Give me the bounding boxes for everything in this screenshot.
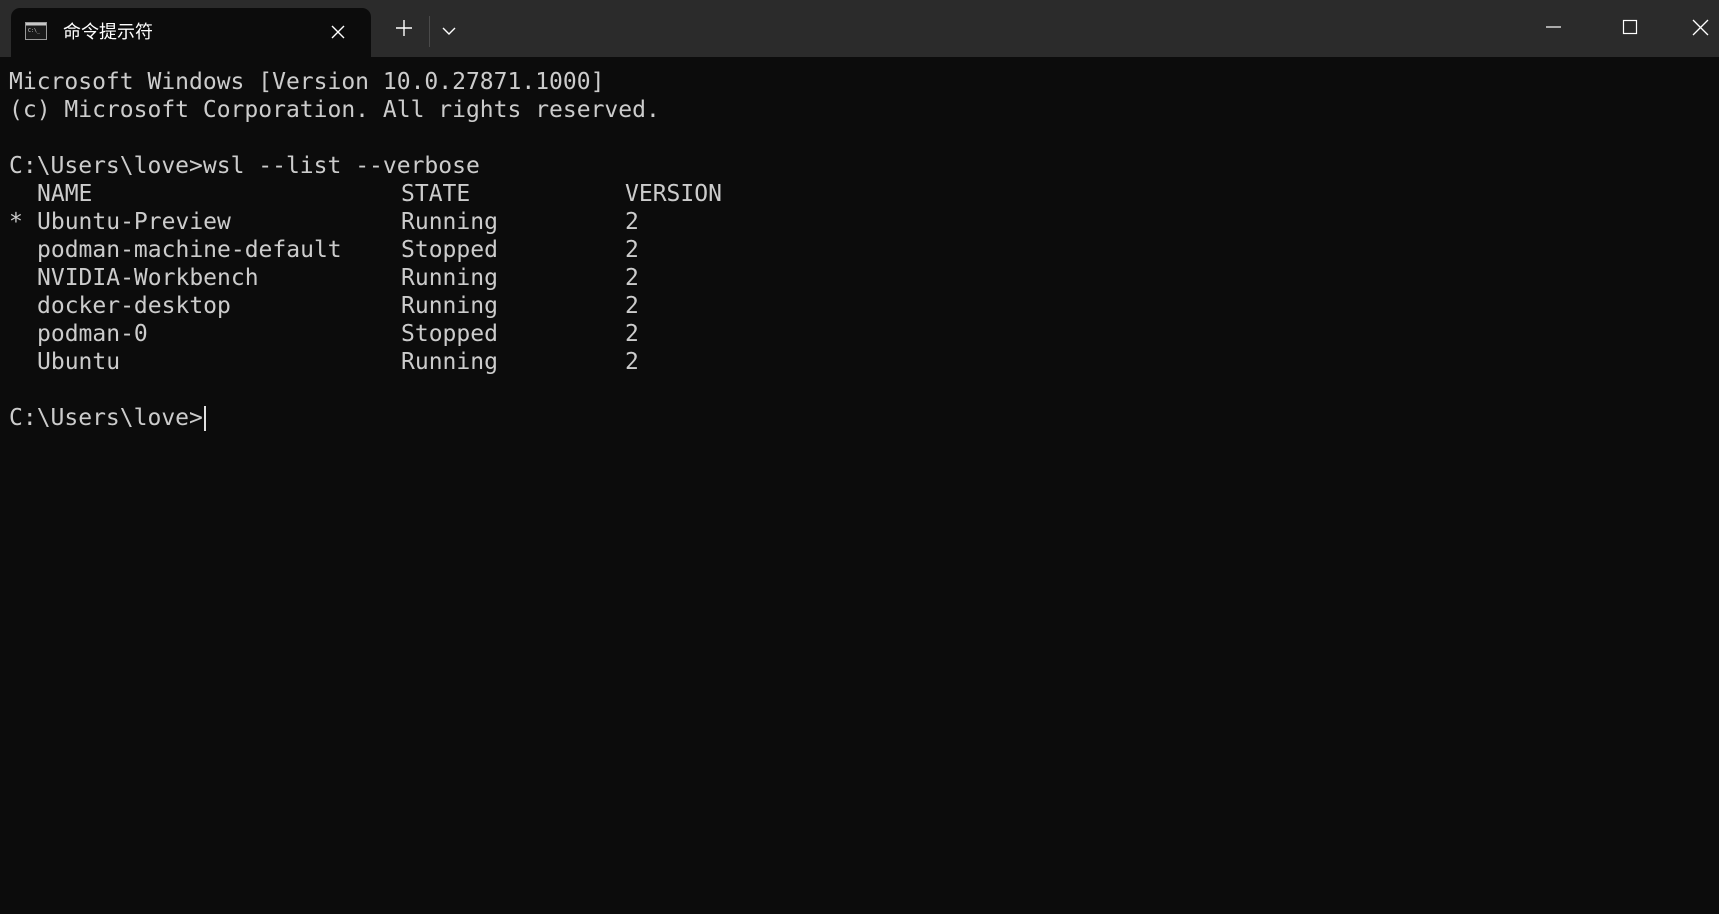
- current-prompt-line[interactable]: C:\Users\love>: [9, 404, 203, 432]
- maximize-icon: [1622, 19, 1638, 35]
- distro-version: 2: [625, 209, 639, 235]
- distro-version: 2: [625, 321, 639, 347]
- new-tab-button[interactable]: [390, 14, 418, 42]
- distro-state: Running: [401, 209, 498, 235]
- command-line: C:\Users\love>wsl --list --verbose: [9, 152, 480, 180]
- table-row: podman-0 Stopped 2: [9, 320, 769, 348]
- distro-version: 2: [625, 265, 639, 291]
- banner-copyright-line: (c) Microsoft Corporation. All rights re…: [9, 97, 660, 123]
- distro-version: 2: [625, 349, 639, 375]
- plus-icon: [396, 20, 412, 36]
- table-header: NAME STATE VERSION: [9, 180, 769, 208]
- header-name: NAME: [37, 181, 93, 207]
- distro-state: Stopped: [401, 237, 498, 263]
- close-icon: [331, 25, 345, 39]
- header-state: STATE: [401, 181, 471, 207]
- tab-close-button[interactable]: [327, 21, 349, 43]
- minimize-button[interactable]: [1519, 0, 1588, 57]
- distro-state: Running: [401, 293, 498, 319]
- title-bar[interactable]: C:\_ 命令提示符: [0, 0, 1719, 57]
- prompt: C:\Users\love>: [9, 153, 203, 179]
- cmd-terminal-icon: C:\_: [25, 22, 47, 40]
- close-window-button[interactable]: [1657, 0, 1719, 57]
- distro-state: Stopped: [401, 321, 498, 347]
- tab-divider: [429, 16, 430, 47]
- distro-version: 2: [625, 237, 639, 263]
- default-marker: *: [9, 209, 23, 235]
- table-row: podman-machine-default Stopped 2: [9, 236, 769, 264]
- table-row: docker-desktop Running 2: [9, 292, 769, 320]
- profile-dropdown-button[interactable]: [437, 18, 461, 42]
- distro-version: 2: [625, 293, 639, 319]
- distro-name: NVIDIA-Workbench: [37, 265, 259, 291]
- distro-name: Ubuntu: [37, 349, 121, 375]
- distro-name: docker-desktop: [37, 293, 231, 319]
- distro-name: podman-0: [37, 321, 148, 347]
- distro-name: podman-machine-default: [37, 237, 342, 263]
- prompt: C:\Users\love>: [9, 405, 203, 431]
- header-version: VERSION: [625, 181, 722, 207]
- minimize-icon: [1546, 26, 1561, 28]
- tab-title: 命令提示符: [63, 22, 153, 42]
- chevron-down-icon: [442, 27, 456, 35]
- maximize-button[interactable]: [1588, 0, 1657, 57]
- svg-text:C:\_: C:\_: [28, 28, 41, 34]
- table-row: Ubuntu Running 2: [9, 348, 769, 376]
- distro-state: Running: [401, 265, 498, 291]
- banner-version-line: Microsoft Windows [Version 10.0.27871.10…: [9, 69, 605, 95]
- terminal-output[interactable]: Microsoft Windows [Version 10.0.27871.10…: [0, 57, 1719, 914]
- distro-state: Running: [401, 349, 498, 375]
- text-cursor: [204, 406, 206, 431]
- tab-command-prompt[interactable]: C:\_ 命令提示符: [11, 8, 371, 57]
- command-text: wsl --list --verbose: [202, 153, 480, 179]
- table-row: * Ubuntu-Preview Running 2: [9, 208, 769, 236]
- close-icon: [1692, 19, 1709, 36]
- distro-name: Ubuntu-Preview: [37, 209, 231, 235]
- table-row: NVIDIA-Workbench Running 2: [9, 264, 769, 292]
